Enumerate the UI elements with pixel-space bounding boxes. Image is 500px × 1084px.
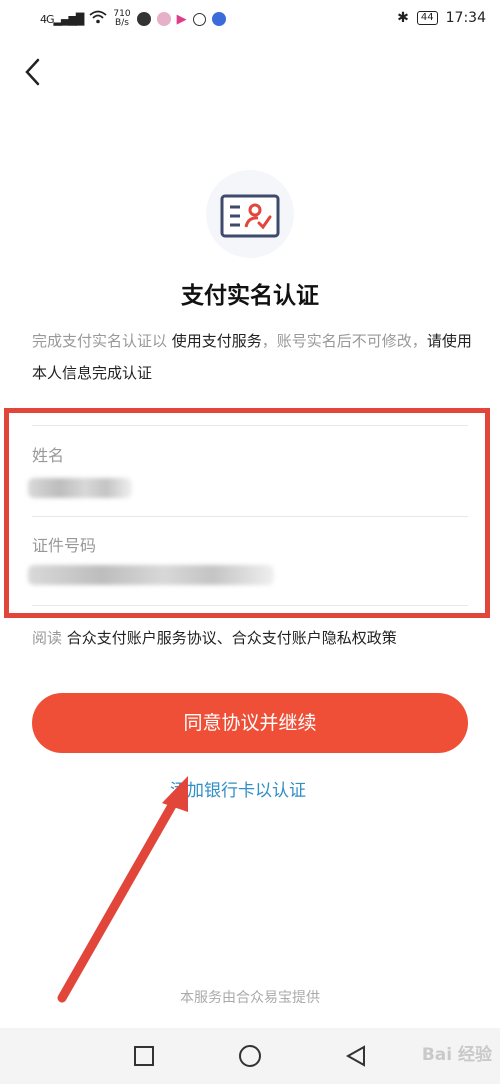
home-button[interactable] <box>238 1044 262 1068</box>
page-title: 支付实名认证 <box>181 283 319 309</box>
signal-icon: 4G▂▄▆█ <box>40 12 84 26</box>
agreement-prefix: 阅读 <box>32 629 67 647</box>
square-icon <box>134 1046 154 1066</box>
net-speed: 710 B/s <box>113 10 130 28</box>
bluetooth-icon: ✱ <box>397 10 409 26</box>
triangle-back-icon <box>345 1045 365 1067</box>
highlight-frame <box>4 408 490 618</box>
id-card-check-icon <box>220 194 280 238</box>
agree-continue-button[interactable]: 同意协议并继续 <box>32 693 468 753</box>
description-text-1: 完成支付实名认证以 <box>32 332 172 350</box>
back-nav-button[interactable] <box>344 1044 368 1068</box>
play-icon: ▶ <box>176 11 187 27</box>
signal-label: 4G <box>40 12 54 26</box>
description-highlight-1: 使用支付服务 <box>171 332 262 350</box>
back-button[interactable] <box>18 55 50 89</box>
status-left: 4G▂▄▆█ 710 B/s ▶ <box>40 10 226 28</box>
qq-icon <box>136 12 151 26</box>
agreement: 阅读 合众支付账户服务协议、合众支付账户隐私权政策 <box>32 627 397 648</box>
circle-icon <box>239 1045 261 1067</box>
clock: 17:34 <box>445 10 486 26</box>
watermark: Bai 经验 <box>421 1045 492 1065</box>
battery-level: 44 <box>420 12 434 23</box>
speed-unit: B/s <box>115 18 129 28</box>
loop-icon <box>192 12 206 26</box>
app-icon <box>156 12 171 26</box>
chevron-left-icon <box>25 58 40 86</box>
status-right: ✱ 44 17:34 <box>397 10 486 26</box>
description-text-2: ，账号实名后不可修改， <box>261 332 427 350</box>
wifi-icon <box>89 10 107 28</box>
battery-icon: 44 <box>416 11 438 25</box>
recent-apps-button[interactable] <box>132 1044 156 1068</box>
description: 完成支付实名认证以 使用支付服务，账号实名后不可修改，请使用本人信息完成认证 <box>32 325 472 389</box>
music-icon <box>211 12 226 26</box>
status-bar: 4G▂▄▆█ 710 B/s ▶ ✱ 44 17:34 <box>0 0 500 38</box>
provider-footer: 本服务由合众易宝提供 <box>180 990 320 1006</box>
verification-logo <box>206 170 294 258</box>
add-bank-card-link[interactable]: 添加银行卡以认证 <box>170 776 306 801</box>
agreement-links[interactable]: 合众支付账户服务协议、合众支付账户隐私权政策 <box>67 629 397 647</box>
